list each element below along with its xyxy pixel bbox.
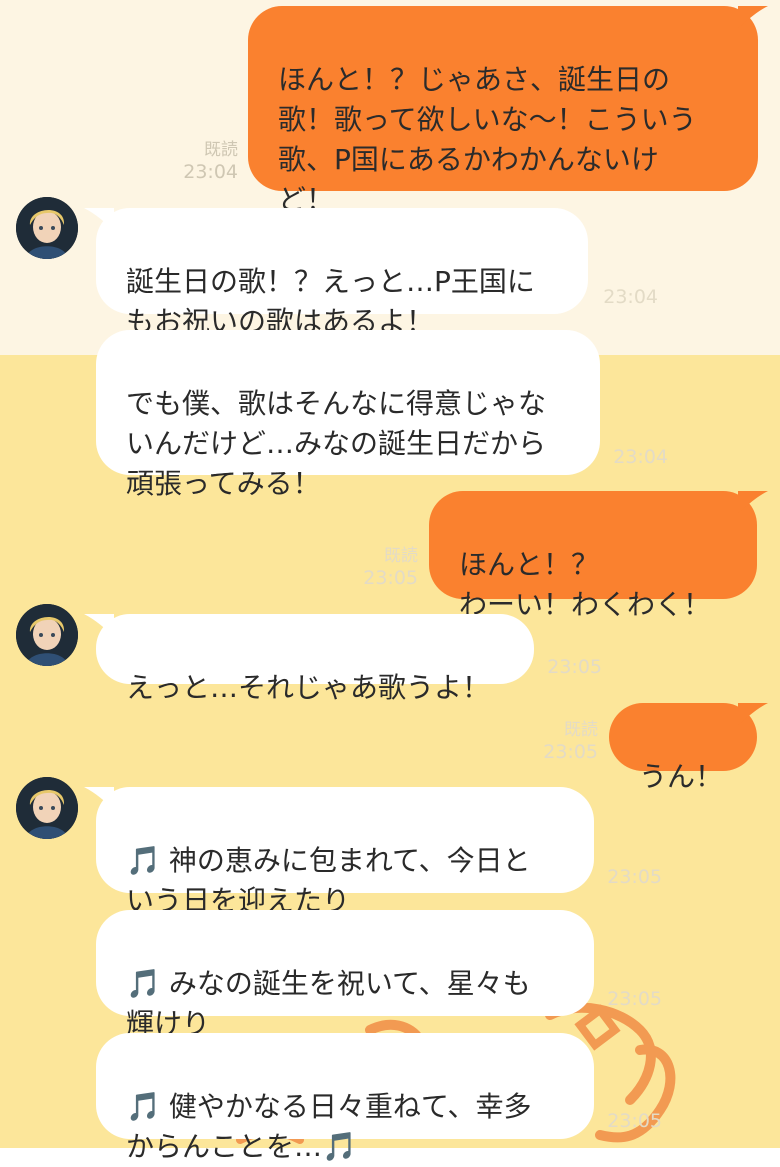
bubble-tail [738, 6, 768, 28]
read-receipt: 既読 [384, 546, 418, 566]
message-meta: 23:04 [568, 286, 658, 308]
music-note-icon: 🎵 [126, 967, 161, 1000]
music-note-icon: 🎵 [126, 844, 161, 877]
message-time: 23:05 [607, 988, 662, 1010]
message-time: 23:04 [603, 286, 658, 308]
avatar-blond-boy-icon [16, 777, 78, 839]
message-bubble-received[interactable]: 🎵 みなの誕生を祝いて、星々も 輝けり [96, 910, 594, 1040]
message-text: ほんと！？ わーい！わくわく！ [459, 548, 712, 621]
message-text: えっと…それじゃあ歌うよ！ [126, 671, 491, 704]
message-meta: 既読 23:05 [508, 719, 598, 763]
message-bubble-received[interactable]: 🎵 神の恵みに包まれて、今日と いう日を迎えたり [96, 787, 594, 917]
avatar[interactable] [16, 604, 78, 666]
message-meta: 既読 23:05 [328, 545, 418, 589]
bubble-tail [738, 703, 768, 725]
message-meta: 23:05 [572, 988, 662, 1010]
music-note-icon: 🎵 [126, 1090, 161, 1123]
message-meta: 23:05 [572, 866, 662, 888]
read-receipt: 既読 [204, 140, 238, 160]
message-bubble-received[interactable]: 誕生日の歌！？えっと…P王国に もお祝いの歌はあるよ！ [96, 208, 588, 338]
read-receipt: 既読 [564, 720, 598, 740]
avatar-blond-boy-icon [16, 197, 78, 259]
avatar-blond-boy-icon [16, 604, 78, 666]
message-meta: 23:04 [578, 446, 668, 468]
message-time: 23:05 [543, 741, 598, 763]
message-time: 23:05 [547, 656, 602, 678]
message-bubble-sent[interactable]: ほんと！？じゃあさ、誕生日の 歌！歌って欲しいな〜！こういう 歌、P国にあるかわ… [248, 6, 758, 216]
message-meta: 既読 23:04 [148, 139, 238, 183]
message-time: 23:05 [607, 866, 662, 888]
message-time: 23:05 [363, 567, 418, 589]
avatar[interactable] [16, 777, 78, 839]
message-time: 23:05 [607, 1110, 662, 1132]
message-bubble-sent[interactable]: ほんと！？ わーい！わくわく！ [429, 491, 757, 621]
message-bubble-sent[interactable]: うん！ [609, 703, 757, 793]
message-meta: 23:05 [572, 1110, 662, 1132]
avatar[interactable] [16, 197, 78, 259]
message-time: 23:04 [183, 161, 238, 183]
message-text: うん！ [639, 760, 724, 793]
bubble-tail [738, 491, 768, 513]
message-bubble-received[interactable]: 🎵 健やかなる日々重ねて、幸多 からんことを…🎵 [96, 1033, 594, 1163]
message-time: 23:04 [613, 446, 668, 468]
message-text: 健やかなる日々重ねて、幸多 からんことを…🎵 [126, 1090, 532, 1163]
message-meta: 23:05 [512, 656, 602, 678]
message-bubble-received[interactable]: でも僕、歌はそんなに得意じゃな いんだけど…みなの誕生日だから 頑張ってみる！ [96, 330, 600, 500]
message-bubble-received[interactable]: えっと…それじゃあ歌うよ！ [96, 614, 534, 704]
